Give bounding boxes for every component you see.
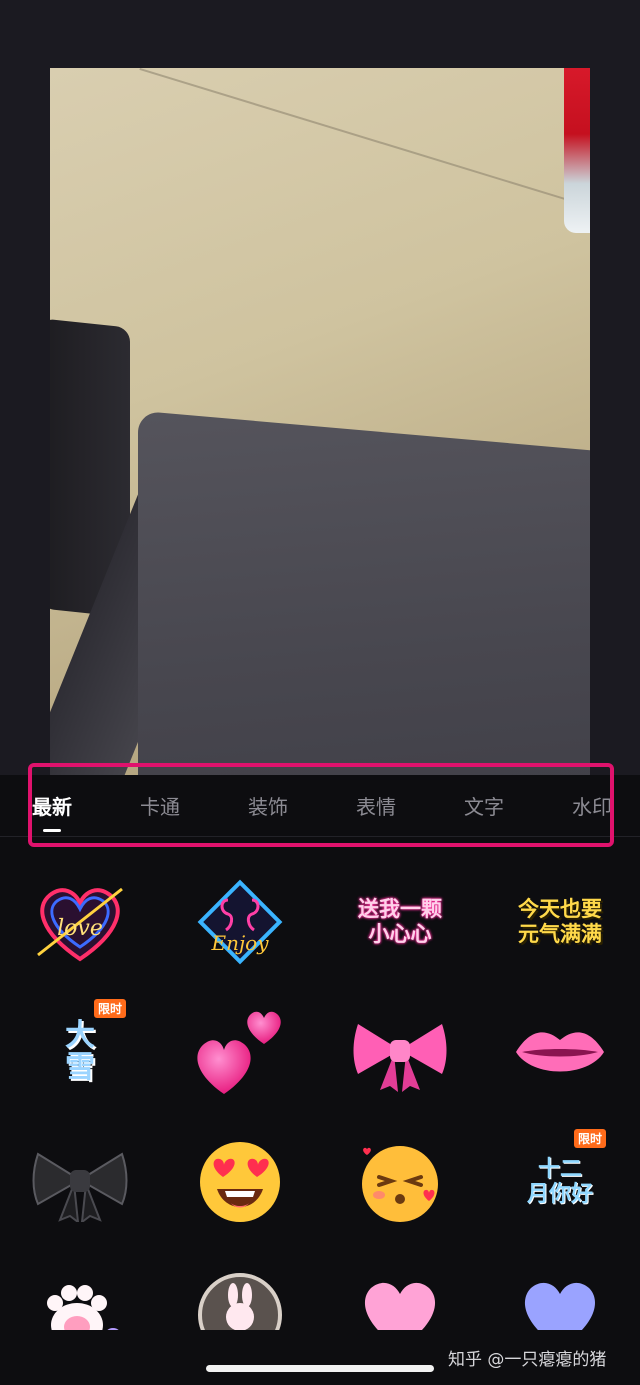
sticker-text-block: 十二 月你好 xyxy=(527,1157,593,1207)
sticker-two-hearts[interactable] xyxy=(160,987,320,1117)
limited-badge: 限时 xyxy=(93,999,126,1018)
black-bow-icon xyxy=(32,1152,128,1222)
sticker-heart-eyes-emoji[interactable] xyxy=(160,1117,320,1247)
table-edge-line xyxy=(139,68,590,222)
sticker-hello-december[interactable]: 限时 十二 月你好 xyxy=(480,1117,640,1247)
sticker-pink-bow[interactable] xyxy=(320,987,480,1117)
svg-text:love: love xyxy=(57,916,103,941)
sticker-text-line: 小心心 xyxy=(368,922,432,946)
zhihu-watermark: 知乎 @一只瘪瘪的猪 xyxy=(448,1350,607,1370)
svg-text:Enjoy: Enjoy xyxy=(210,931,269,955)
sticker-neon-heart-love[interactable]: love xyxy=(0,857,160,987)
limited-badge: 限时 xyxy=(573,1129,606,1148)
bottle xyxy=(564,68,590,233)
sticker-text-line: 元气满满 xyxy=(518,922,602,946)
sticker-text-line: 雪 xyxy=(65,1050,95,1085)
sticker-black-bow[interactable] xyxy=(0,1117,160,1247)
video-frame[interactable] xyxy=(50,68,590,775)
sticker-lips[interactable] xyxy=(480,987,640,1117)
sticker-text-block: 送我一颗 小心心 xyxy=(358,897,442,947)
tabs-highlight-annotation xyxy=(28,763,614,847)
neon-heart-icon: love xyxy=(37,887,123,962)
heart-eyes-emoji-icon xyxy=(200,1142,280,1222)
sticker-panel: 最新 卡通 装饰 表情 文字 水印 love Enjoy 送我一颗 小心心 今天… xyxy=(0,775,640,1385)
sticker-text-line: 今天也要 xyxy=(518,897,602,921)
sticker-kiss-emoji[interactable] xyxy=(320,1117,480,1247)
two-hearts-icon xyxy=(197,1011,281,1094)
sticker-text-block: 今天也要 元气满满 xyxy=(518,897,602,947)
sticker-text-line: 送我一颗 xyxy=(358,897,442,921)
laptop-lid xyxy=(138,410,590,775)
sticker-text-line: 十二 xyxy=(537,1157,582,1182)
lips-icon xyxy=(516,1032,604,1072)
pink-bow-icon xyxy=(353,1024,447,1092)
sticker-full-energy[interactable]: 今天也要 元气满满 xyxy=(480,857,640,987)
sticker-text-line: 月你好 xyxy=(526,1182,593,1207)
sticker-heavy-snow[interactable]: 限时 大 雪 xyxy=(0,987,160,1117)
sticker-send-me-heart[interactable]: 送我一颗 小心心 xyxy=(320,857,480,987)
video-preview-area xyxy=(0,0,640,775)
sticker-text-block: 大 雪 xyxy=(65,1020,95,1084)
kiss-emoji-icon xyxy=(362,1146,438,1222)
home-indicator[interactable] xyxy=(206,1365,434,1372)
sticker-text-line: 大 xyxy=(65,1018,95,1053)
sticker-grid: love Enjoy 送我一颗 小心心 今天也要 元气满满 限时 大 雪 限时 … xyxy=(0,857,640,1377)
sticker-neon-flamingo-enjoy[interactable]: Enjoy xyxy=(160,857,320,987)
neon-flamingo-icon: Enjoy xyxy=(197,879,283,965)
